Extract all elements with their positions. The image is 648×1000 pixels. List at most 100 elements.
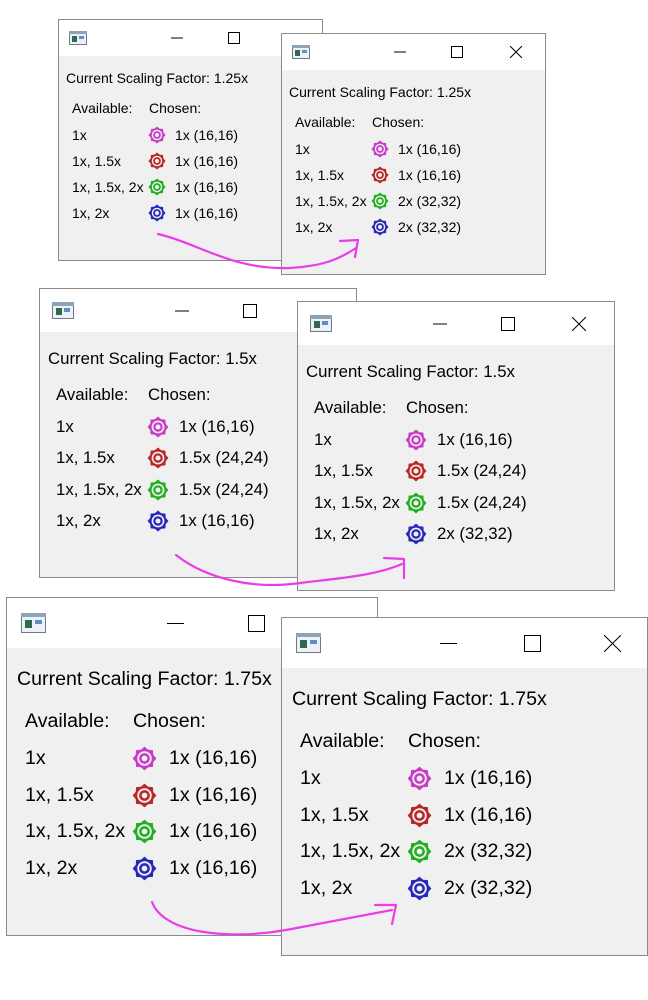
chosen-value: 1x (16,16) bbox=[444, 767, 533, 789]
gear-icon bbox=[147, 447, 169, 469]
minimize-button[interactable] bbox=[440, 635, 457, 652]
maximize-button[interactable] bbox=[451, 46, 463, 58]
available-value: 1x, 2x bbox=[25, 857, 78, 879]
minimize-icon bbox=[175, 310, 189, 312]
gear-icon bbox=[371, 166, 389, 184]
close-button[interactable] bbox=[572, 317, 586, 331]
available-value: 1x, 1.5x bbox=[56, 448, 115, 467]
minimize-button[interactable] bbox=[433, 317, 447, 331]
title-bar[interactable] bbox=[298, 302, 614, 345]
maximize-icon bbox=[501, 317, 515, 331]
gear-icon bbox=[148, 152, 166, 170]
gear-icon bbox=[147, 416, 169, 438]
gear-icon bbox=[147, 479, 169, 501]
available-value: 1x, 1.5x bbox=[300, 804, 369, 826]
chosen-header: Chosen: bbox=[406, 398, 469, 417]
gear-icon bbox=[148, 204, 166, 222]
gear-icon bbox=[132, 819, 157, 844]
chosen-header: Chosen: bbox=[408, 730, 481, 752]
minimize-button[interactable] bbox=[171, 32, 183, 44]
close-icon bbox=[572, 317, 586, 331]
chosen-value: 2x (32,32) bbox=[398, 219, 462, 235]
chosen-value: 2x (32,32) bbox=[398, 193, 462, 209]
available-value: 1x bbox=[295, 141, 310, 157]
maximize-icon bbox=[248, 615, 265, 632]
available-value: 1x bbox=[314, 430, 332, 449]
app-icon[interactable] bbox=[296, 633, 321, 653]
gear-icon bbox=[371, 218, 389, 236]
scaling-factor-label: Current Scaling Factor: 1.5x bbox=[48, 349, 257, 368]
close-icon bbox=[604, 635, 621, 652]
available-header: Available: bbox=[56, 385, 129, 404]
chosen-value: 1x (16,16) bbox=[169, 784, 258, 806]
available-value: 1x, 1.5x bbox=[295, 167, 345, 183]
close-button[interactable] bbox=[510, 46, 522, 58]
chosen-header: Chosen: bbox=[372, 114, 425, 130]
app-icon[interactable] bbox=[52, 302, 74, 319]
gear-icon bbox=[147, 510, 169, 532]
chosen-value: 2x (32,32) bbox=[444, 877, 533, 899]
available-value: 1x, 1.5x bbox=[72, 153, 122, 169]
chosen-value: 1x (16,16) bbox=[398, 141, 462, 157]
gear-icon bbox=[407, 766, 432, 791]
minimize-button[interactable] bbox=[167, 615, 184, 632]
available-value: 1x bbox=[72, 127, 87, 143]
minimize-icon bbox=[394, 51, 406, 53]
window-150-after: Current Scaling Factor: 1.5x Available: Ch… bbox=[297, 301, 615, 591]
chosen-value: 1x (16,16) bbox=[175, 127, 239, 143]
gear-icon bbox=[405, 429, 427, 451]
maximize-icon bbox=[228, 32, 240, 44]
scaling-factor-label: Current Scaling Factor: 1.75x bbox=[292, 688, 547, 710]
available-header: Available: bbox=[314, 398, 387, 417]
window-175-after: Current Scaling Factor: 1.75x Available: C… bbox=[281, 617, 648, 956]
chosen-value: 1x (16,16) bbox=[169, 820, 258, 842]
minimize-button[interactable] bbox=[175, 304, 189, 318]
maximize-button[interactable] bbox=[228, 32, 240, 44]
available-value: 1x, 2x bbox=[295, 219, 333, 235]
chosen-value: 2x (32,32) bbox=[437, 524, 513, 543]
maximize-icon bbox=[524, 635, 541, 652]
available-value: 1x, 2x bbox=[300, 877, 353, 899]
gear-icon bbox=[148, 126, 166, 144]
available-value: 1x, 1.5x bbox=[314, 461, 373, 480]
minimize-icon bbox=[433, 323, 447, 325]
app-icon[interactable] bbox=[69, 31, 87, 45]
title-bar[interactable] bbox=[282, 34, 545, 70]
chosen-value: 1x (16,16) bbox=[437, 430, 513, 449]
gear-icon bbox=[148, 178, 166, 196]
available-header: Available: bbox=[25, 710, 110, 732]
chosen-value: 1x (16,16) bbox=[179, 511, 255, 530]
gear-icon bbox=[407, 839, 432, 864]
chosen-value: 1.5x (24,24) bbox=[179, 448, 269, 467]
chosen-value: 1x (16,16) bbox=[398, 167, 462, 183]
scaling-factor-label: Current Scaling Factor: 1.75x bbox=[17, 668, 272, 690]
available-value: 1x, 1.5x, 2x bbox=[56, 480, 142, 499]
maximize-button[interactable] bbox=[243, 304, 257, 318]
title-bar[interactable] bbox=[282, 618, 647, 668]
available-value: 1x, 2x bbox=[56, 511, 101, 530]
chosen-value: 1x (16,16) bbox=[179, 417, 255, 436]
maximize-button[interactable] bbox=[248, 615, 265, 632]
maximize-button[interactable] bbox=[524, 635, 541, 652]
app-icon[interactable] bbox=[292, 45, 310, 59]
gear-icon bbox=[405, 492, 427, 514]
app-icon[interactable] bbox=[310, 315, 332, 332]
chosen-value: 1x (16,16) bbox=[169, 747, 258, 769]
maximize-button[interactable] bbox=[501, 317, 515, 331]
minimize-button[interactable] bbox=[394, 46, 406, 58]
gear-icon bbox=[132, 783, 157, 808]
gear-icon bbox=[132, 746, 157, 771]
close-button[interactable] bbox=[604, 635, 621, 652]
chosen-value: 1x (16,16) bbox=[169, 857, 258, 879]
chosen-value: 1.5x (24,24) bbox=[179, 480, 269, 499]
gear-icon bbox=[405, 460, 427, 482]
app-icon[interactable] bbox=[21, 613, 46, 633]
available-header: Available: bbox=[300, 730, 385, 752]
available-value: 1x bbox=[56, 417, 74, 436]
available-value: 1x, 1.5x, 2x bbox=[72, 179, 144, 195]
chosen-value: 1x (16,16) bbox=[175, 153, 239, 169]
available-value: 1x, 1.5x, 2x bbox=[300, 840, 401, 862]
chosen-header: Chosen: bbox=[133, 710, 206, 732]
chosen-header: Chosen: bbox=[148, 385, 211, 404]
available-value: 1x, 2x bbox=[72, 205, 110, 221]
